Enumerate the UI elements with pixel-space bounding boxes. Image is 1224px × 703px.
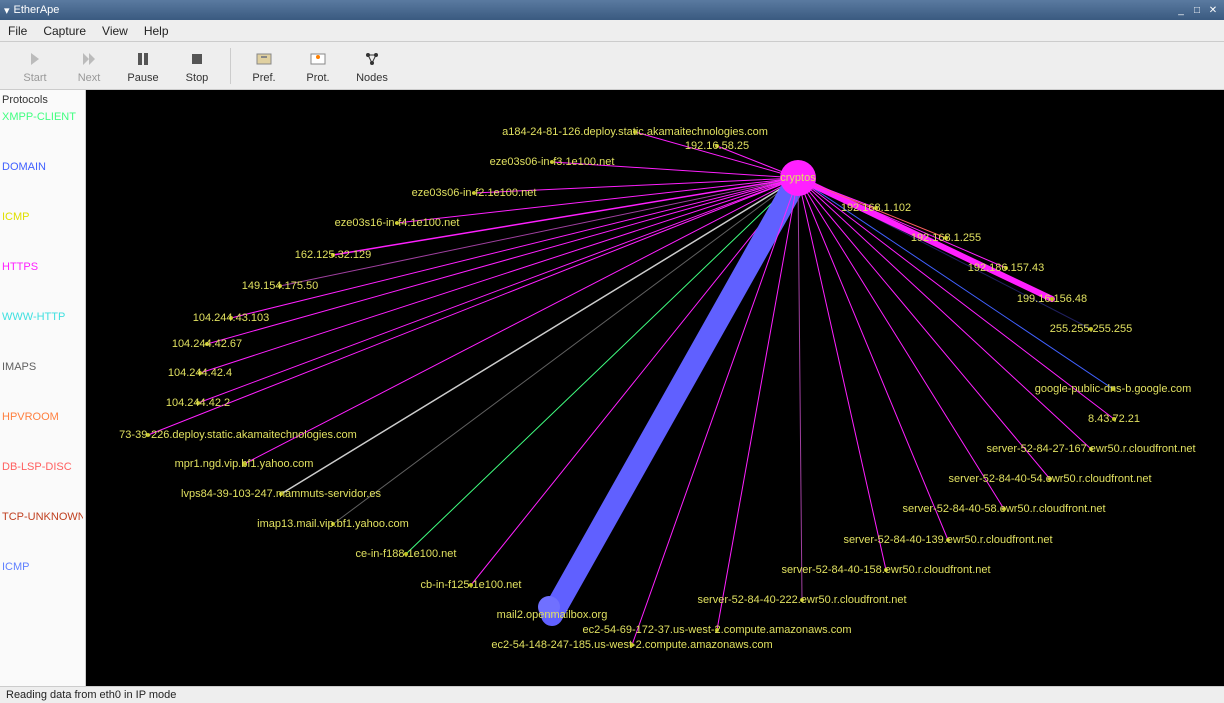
node-dot[interactable] (205, 342, 209, 346)
minimize-button[interactable]: _ (1174, 3, 1188, 17)
pref-icon (253, 48, 275, 70)
node-dot[interactable] (1004, 266, 1008, 270)
node-dot[interactable] (242, 462, 246, 466)
next-icon (78, 48, 100, 70)
protocol-item[interactable]: IMAPS (2, 360, 83, 374)
node-dot[interactable] (874, 206, 878, 210)
start-button[interactable]: Start (8, 44, 62, 88)
pause-button[interactable]: Pause (116, 44, 170, 88)
window-title: EtherApe (14, 4, 60, 16)
node-dot[interactable] (146, 433, 150, 437)
protocol-panel: Protocols XMPP-CLIENT DOMAIN ICMP HTTPS WWW-… (0, 90, 86, 686)
prot-button[interactable]: Prot. (291, 44, 345, 88)
next-button[interactable]: Next (62, 44, 116, 88)
protocol-item[interactable]: ICMP (2, 210, 83, 224)
menu-capture[interactable]: Capture (43, 24, 86, 38)
node-dot[interactable] (630, 643, 634, 647)
node-dot[interactable] (633, 130, 637, 134)
pause-icon (132, 48, 154, 70)
maximize-button[interactable]: □ (1190, 3, 1204, 17)
node-dot[interactable] (279, 492, 283, 496)
protocol-item[interactable]: DOMAIN (2, 160, 83, 174)
titlebar: ▾ EtherApe _ □ ✕ (0, 0, 1224, 20)
node-dot[interactable] (198, 371, 202, 375)
node-dot[interactable] (331, 522, 335, 526)
node-dot[interactable] (229, 316, 233, 320)
statusbar: Reading data from eth0 in IP mode (0, 686, 1224, 703)
node-dot[interactable] (1050, 297, 1054, 301)
node-dot[interactable] (331, 253, 335, 257)
menu-help[interactable]: Help (144, 24, 169, 38)
protocol-item[interactable]: ICMP (2, 560, 83, 574)
menu-file[interactable]: File (8, 24, 27, 38)
node-dot[interactable] (550, 160, 554, 164)
protocol-item[interactable]: XMPP-CLIENT (2, 110, 83, 124)
pref-label: Pref. (252, 72, 275, 84)
protocol-item[interactable]: DB-LSP-DISC (2, 460, 83, 474)
protocol-item[interactable]: WWW-HTTP (2, 310, 83, 324)
stop-icon (186, 48, 208, 70)
node-dot[interactable] (196, 401, 200, 405)
node-dot[interactable] (1048, 477, 1052, 481)
node-dot[interactable] (944, 236, 948, 240)
protocol-item[interactable]: HPVROOM (2, 410, 83, 424)
stop-label: Stop (186, 72, 209, 84)
nodes-label: Nodes (356, 72, 388, 84)
node-dot[interactable] (395, 221, 399, 225)
menu-view[interactable]: View (102, 24, 128, 38)
toolbar-separator (230, 48, 231, 84)
toolbar: Start Next Pause Stop Pref. Prot. Nodes (0, 42, 1224, 90)
protocol-header: Protocols (2, 94, 83, 106)
links-layer (86, 90, 1224, 686)
node-dot[interactable] (715, 628, 719, 632)
node-dot[interactable] (1089, 447, 1093, 451)
pref-button[interactable]: Pref. (237, 44, 291, 88)
graph-canvas[interactable]: a184-24-81-126.deploy.static.akamaitechn… (86, 90, 1224, 686)
node-dot[interactable] (1089, 327, 1093, 331)
start-label: Start (23, 72, 46, 84)
protocol-item[interactable]: TCP-UNKNOWN (2, 510, 83, 524)
node-dot[interactable] (1111, 387, 1115, 391)
next-label: Next (78, 72, 101, 84)
node-dot[interactable] (469, 583, 473, 587)
nodes-button[interactable]: Nodes (345, 44, 399, 88)
prot-icon (307, 48, 329, 70)
pause-label: Pause (127, 72, 158, 84)
node-dot[interactable] (946, 538, 950, 542)
node-dot[interactable] (1002, 507, 1006, 511)
nodes-icon (361, 48, 383, 70)
node-dot[interactable] (1112, 417, 1116, 421)
node-dot[interactable] (404, 552, 408, 556)
mail-hub-node[interactable] (538, 596, 560, 618)
node-dot[interactable] (884, 568, 888, 572)
node-dot[interactable] (800, 598, 804, 602)
hub-label: cryptos (780, 172, 815, 184)
node-dot[interactable] (715, 144, 719, 148)
stop-button[interactable]: Stop (170, 44, 224, 88)
status-text: Reading data from eth0 in IP mode (6, 689, 176, 701)
main-area: Protocols XMPP-CLIENT DOMAIN ICMP HTTPS WWW-… (0, 90, 1224, 686)
node-dot[interactable] (278, 284, 282, 288)
window-menu-icon[interactable]: ▾ (4, 4, 10, 17)
protocol-item[interactable]: HTTPS (2, 260, 83, 274)
play-icon (24, 48, 46, 70)
menubar: File Capture View Help (0, 20, 1224, 42)
node-dot[interactable] (472, 191, 476, 195)
prot-label: Prot. (306, 72, 329, 84)
close-button[interactable]: ✕ (1206, 3, 1220, 17)
